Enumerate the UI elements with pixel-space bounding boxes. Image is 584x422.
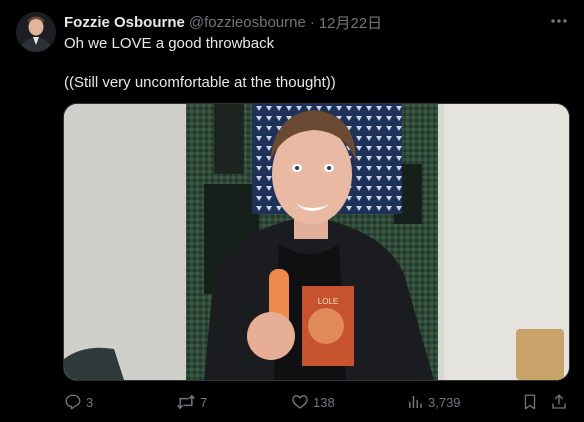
- views-button[interactable]: 3,739: [406, 390, 461, 414]
- tweet-date[interactable]: 12月22日: [319, 12, 382, 33]
- views-icon: [406, 393, 424, 411]
- like-icon: [291, 393, 309, 411]
- header-separator: ·: [309, 13, 315, 31]
- tweet-card[interactable]: Fozzie Osbourne @fozzieosbourne · 12月22日…: [0, 0, 584, 422]
- like-button[interactable]: 138: [291, 390, 335, 414]
- tweet-text-line-2: ((Still very uncomfortable at the though…: [64, 74, 336, 91]
- repost-icon: [176, 393, 196, 411]
- avatar[interactable]: [16, 12, 56, 52]
- bookmark-button[interactable]: [521, 390, 539, 414]
- like-count: 138: [313, 394, 335, 410]
- author-display-name[interactable]: Fozzie Osbourne: [64, 14, 185, 31]
- reply-icon: [64, 393, 82, 411]
- repost-button[interactable]: 7: [176, 390, 207, 414]
- shirt-graphic-text: LOLE: [318, 297, 338, 306]
- tweet-media-photo[interactable]: LOLE: [63, 103, 570, 381]
- tweet-header: Fozzie Osbourne @fozzieosbourne · 12月22日: [64, 12, 382, 32]
- bookmark-icon: [521, 393, 539, 411]
- reply-count: 3: [86, 394, 94, 410]
- more-icon[interactable]: [546, 10, 572, 32]
- share-button[interactable]: [550, 390, 568, 414]
- author-handle[interactable]: @fozzieosbourne: [189, 14, 306, 31]
- action-bar: 3 7 138 3,739: [0, 390, 584, 414]
- repost-count: 7: [200, 394, 208, 410]
- reply-button[interactable]: 3: [64, 390, 93, 414]
- tweet-text-line-1: Oh we LOVE a good throwback: [64, 35, 275, 52]
- views-count: 3,739: [428, 394, 461, 410]
- share-icon: [550, 393, 568, 411]
